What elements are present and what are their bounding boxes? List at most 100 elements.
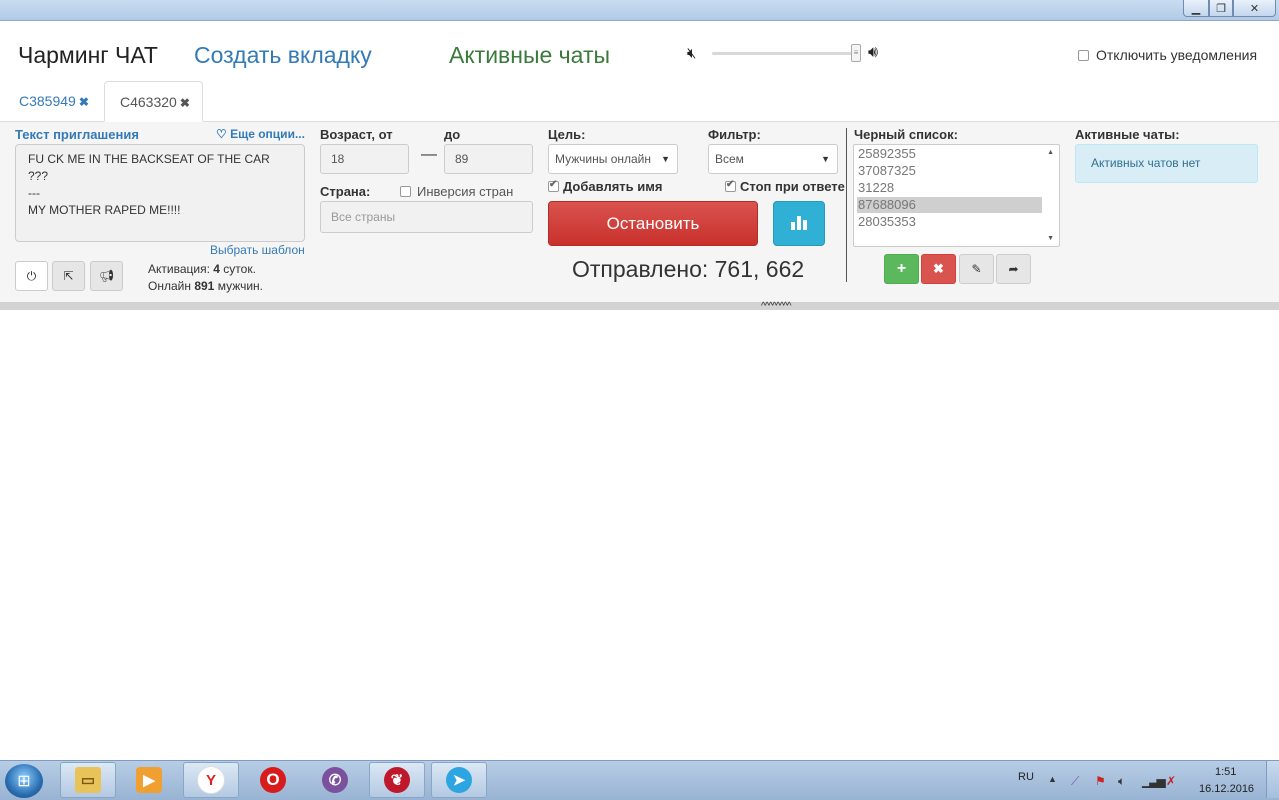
tab-label: C385949 xyxy=(19,93,76,109)
media-player-icon: ▶ xyxy=(136,767,162,793)
goal-label: Цель: xyxy=(548,127,586,142)
volume-up-icon[interactable]: 🔊︎ xyxy=(868,44,878,62)
telegram-icon: ➤ xyxy=(446,767,472,793)
chevron-down-icon: ▼ xyxy=(661,154,670,164)
action-center-icon[interactable]: ⚑ xyxy=(1095,774,1106,788)
more-options-link[interactable]: ♡ Еще опции... xyxy=(216,127,305,141)
stop-on-reply-checkbox[interactable] xyxy=(725,179,736,192)
activation-info: Активация: 4 суток. Онлайн 891 мужчин. xyxy=(148,262,264,293)
create-tab-link[interactable]: Создать вкладку xyxy=(194,42,372,69)
taskbar-telegram[interactable]: ➤ xyxy=(431,762,487,798)
list-item-selected[interactable]: 87688096 xyxy=(857,197,1042,213)
heart-icon: ♡ xyxy=(216,127,231,141)
country-inversion-checkbox[interactable] xyxy=(400,186,411,197)
tab-c385949[interactable]: C385949 ✖ xyxy=(5,81,103,121)
no-active-chats-alert: Активных чатов нет xyxy=(1075,144,1258,183)
bullhorn-icon: 📢︎ xyxy=(98,269,115,283)
panel-resize-bar[interactable] xyxy=(0,302,1279,310)
show-desktop-button[interactable] xyxy=(1266,761,1279,798)
goal-select[interactable]: Мужчины онлайн ▼ xyxy=(548,144,678,174)
country-input[interactable]: Все страны xyxy=(320,201,533,233)
stop-button[interactable]: Остановить xyxy=(548,201,758,246)
network-error-icon[interactable]: ✗ xyxy=(1166,774,1176,788)
filter-select-value: Всем xyxy=(715,152,744,166)
opera-icon: O xyxy=(260,767,286,793)
restore-window-button[interactable]: ❐ xyxy=(1209,0,1233,17)
language-indicator[interactable]: RU xyxy=(1018,771,1034,783)
scroll-up-icon[interactable]: ▲ xyxy=(1047,149,1054,156)
age-to-input[interactable]: 89 xyxy=(444,144,533,174)
volume-mute-icon[interactable]: 🔇︎ xyxy=(687,45,696,62)
invite-textarea[interactable]: FU CK ME IN THE BACKSEAT OF THE CAR ??? … xyxy=(15,144,305,242)
app-title: Чарминг ЧАТ xyxy=(18,42,158,68)
list-item[interactable]: 25892355 xyxy=(857,146,1042,162)
power-button[interactable]: ⏻ xyxy=(15,261,48,291)
announce-button[interactable]: 📢︎ xyxy=(90,261,123,291)
invite-text-label: Текст приглашения xyxy=(15,127,139,142)
close-window-button[interactable]: ✕ xyxy=(1233,0,1276,17)
age-from-label: Возраст, от xyxy=(320,127,393,142)
pencil-icon: ✎ xyxy=(971,262,982,276)
scroll-down-icon[interactable]: ▼ xyxy=(1047,235,1054,242)
taskbar-opera[interactable]: O xyxy=(245,762,301,798)
add-blacklist-button[interactable]: + xyxy=(884,254,919,284)
list-item[interactable]: 31228 xyxy=(857,180,1042,196)
share-blacklist-button[interactable]: ➦ xyxy=(996,254,1031,284)
edit-blacklist-button[interactable]: ✎ xyxy=(959,254,994,284)
disable-notifications-toggle[interactable]: Отключить уведомления xyxy=(1078,47,1257,63)
remove-blacklist-button[interactable]: ✖ xyxy=(921,254,956,284)
list-item[interactable]: 37087325 xyxy=(857,163,1042,179)
add-name-checkbox[interactable] xyxy=(548,179,559,192)
plus-icon: + xyxy=(896,260,907,277)
minimize-window-button[interactable]: ▁ xyxy=(1183,0,1209,17)
tab-label: C463320 xyxy=(120,94,177,110)
yandex-icon: Y xyxy=(197,766,225,794)
statistics-button[interactable] xyxy=(773,201,825,246)
taskbar-viber[interactable]: ✆ xyxy=(307,762,363,798)
filter-select[interactable]: Всем ▼ xyxy=(708,144,838,174)
add-name-toggle[interactable]: Добавлять имя xyxy=(548,179,662,194)
disable-notifications-checkbox[interactable] xyxy=(1078,49,1089,61)
stop-on-reply-toggle[interactable]: Стоп при ответе xyxy=(725,179,845,194)
close-tab-icon[interactable]: ✖ xyxy=(180,96,190,110)
list-item[interactable]: 28035353 xyxy=(857,214,1042,230)
close-icon: ✖ xyxy=(933,261,944,276)
country-label: Страна: xyxy=(320,184,371,199)
taskbar-yandex-browser[interactable]: Y xyxy=(183,762,239,798)
export-button[interactable]: ⇱ xyxy=(52,261,85,291)
taskbar-charming-chat[interactable]: ❦ xyxy=(369,762,425,798)
network-signal-icon[interactable]: ▁▃▅ xyxy=(1142,774,1166,788)
stop-on-reply-label: Стоп при ответе xyxy=(740,179,845,194)
goal-select-value: Мужчины онлайн xyxy=(555,152,652,166)
volume-slider[interactable] xyxy=(712,52,857,55)
blacklist-listbox[interactable]: 25892355 37087325 31228 87688096 2803535… xyxy=(853,144,1060,247)
taskbar-explorer[interactable]: ▭ xyxy=(60,762,116,798)
start-button[interactable]: ⊞ xyxy=(5,764,43,798)
close-tab-icon[interactable]: ✖ xyxy=(79,95,89,109)
folder-icon: ▭ xyxy=(75,767,101,793)
bar-chart-icon xyxy=(791,222,795,230)
export-icon: ⇱ xyxy=(63,269,74,283)
minimize-icon: ▁ xyxy=(1191,2,1201,15)
pen-tray-icon[interactable]: ⟋ xyxy=(1071,774,1079,789)
speaker-icon[interactable]: 🔈︎ xyxy=(1118,774,1125,789)
restore-icon: ❐ xyxy=(1216,2,1226,15)
taskbar-media-player[interactable]: ▶ xyxy=(121,762,177,798)
clock-time[interactable]: 1:51 xyxy=(1215,766,1236,778)
viber-icon: ✆ xyxy=(322,767,348,793)
age-from-input[interactable]: 18 xyxy=(320,144,409,174)
choose-template-link[interactable]: Выбрать шаблон xyxy=(210,243,305,257)
collapse-panel-handle[interactable]: ^^^^^^^^ xyxy=(761,302,792,312)
country-inversion-toggle[interactable]: Инверсия стран xyxy=(400,184,513,199)
age-range-dash: — xyxy=(421,146,437,163)
tab-c463320[interactable]: C463320 ✖ xyxy=(104,81,203,122)
windows-logo-icon: ⊞ xyxy=(17,773,31,790)
blacklist-label: Черный список: xyxy=(854,127,958,142)
cherry-icon: ❦ xyxy=(384,767,410,793)
disable-notifications-label: Отключить уведомления xyxy=(1096,47,1258,63)
country-inversion-label: Инверсия стран xyxy=(417,184,514,199)
clock-date[interactable]: 16.12.2016 xyxy=(1199,783,1254,795)
volume-slider-handle[interactable]: ≡ xyxy=(851,44,861,62)
show-hidden-icons[interactable]: ▲ xyxy=(1048,774,1057,784)
active-chats-link[interactable]: Активные чаты xyxy=(449,42,610,69)
